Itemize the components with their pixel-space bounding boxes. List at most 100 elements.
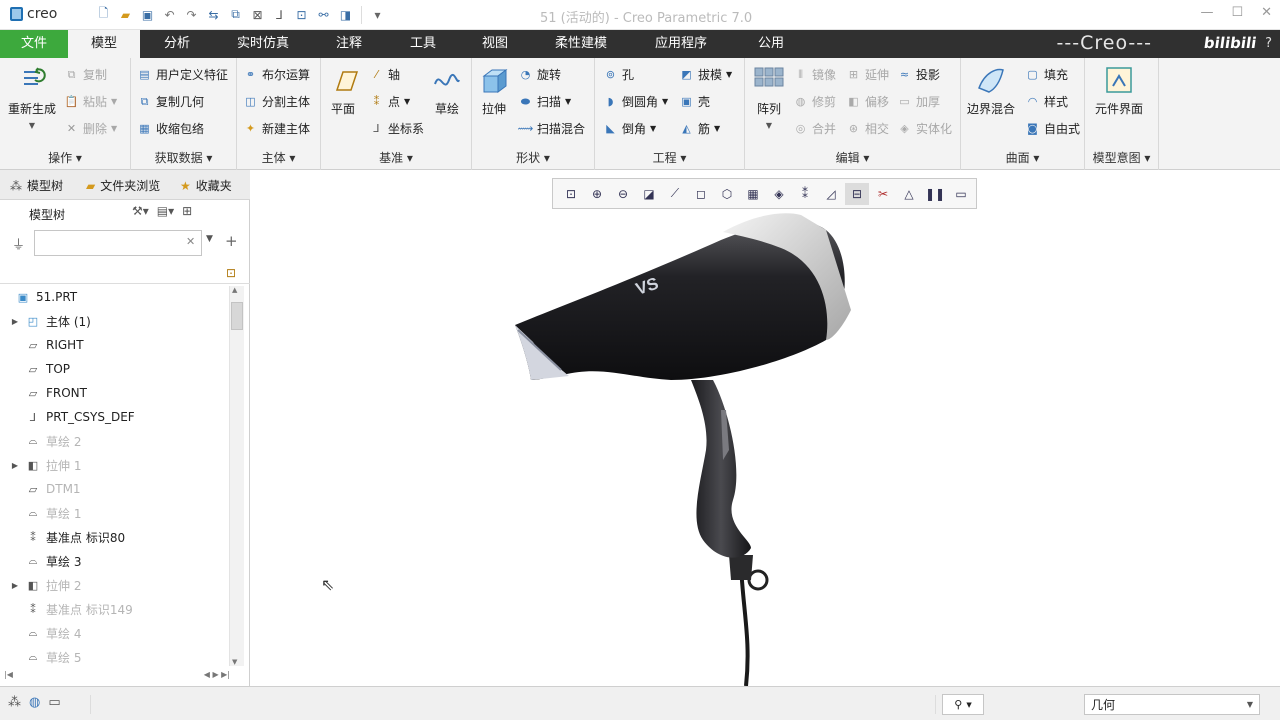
tree-columns-icon[interactable]: ▤▾ [157, 204, 174, 218]
tree-item[interactable]: ⁑ 基准点 标识80 [10, 526, 125, 548]
tab-annotate[interactable]: 注释 [322, 30, 376, 58]
scroll-thumb[interactable] [231, 302, 243, 330]
tree-item[interactable]: ▱ FRONT [10, 382, 87, 404]
sweep-button[interactable]: ⬬ 扫描 ▼ [518, 93, 571, 110]
maximize-icon[interactable]: ☐ [1231, 5, 1243, 20]
tab-flexible-modeling[interactable]: 柔性建模 [544, 30, 618, 58]
filter-icon[interactable]: ⏚ [12, 234, 25, 253]
tree-filter-icon[interactable]: ⊞ [182, 204, 192, 218]
appearance-display-icon[interactable]: △ [897, 183, 921, 205]
tree-display-icon[interactable]: ⊡ [226, 266, 236, 280]
engineering-group-label[interactable]: 工程 ▾ [595, 149, 744, 166]
delete-button[interactable]: ✕ 删除 ▼ [64, 120, 117, 137]
solidify-button[interactable]: ◈ 实体化 [897, 120, 952, 137]
regenerate-icon[interactable]: ⇆ [204, 5, 223, 24]
shapes-group-label[interactable]: 形状 ▾ [472, 149, 594, 166]
tab-file[interactable]: 文件 [0, 30, 68, 58]
zoom-out-icon[interactable]: ⊖ [611, 183, 635, 205]
tab-model-tree[interactable]: ⁂ 模型树 [10, 177, 63, 194]
tab-folder-browser[interactable]: ▰ 文件夹浏览 [86, 177, 160, 194]
clear-search-icon[interactable]: ✕ [186, 235, 195, 248]
regenerate-button[interactable]: 重新生成 ▼ [8, 66, 56, 130]
intersect-button[interactable]: ⊛ 相交 [846, 120, 889, 137]
scroll-down-icon[interactable]: ▼ [232, 658, 237, 666]
extend-button[interactable]: ⊞ 延伸 [846, 66, 889, 83]
tree-item[interactable]: ▣ 51.PRT [0, 286, 77, 308]
minimize-icon[interactable]: — [1200, 5, 1213, 20]
close-icon[interactable]: ✕ [1261, 5, 1272, 20]
open-folder-icon[interactable]: ▰ [116, 5, 135, 24]
tab-model[interactable]: 模型 [68, 30, 140, 58]
tree-item[interactable]: ▶ ◧ 拉伸 1 [10, 454, 82, 476]
appearance-icon[interactable]: ◨ [336, 5, 355, 24]
tab-tools[interactable]: 工具 [396, 30, 450, 58]
annotation-display-icon[interactable]: ◿ [819, 183, 843, 205]
copy-geometry-button[interactable]: ⧉ 复制几何 [137, 93, 204, 110]
chamfer-button[interactable]: ◣ 倒角 ▼ [603, 120, 656, 137]
pattern-dropdown-icon[interactable]: ▼ [766, 121, 772, 130]
sweep-blend-button[interactable]: ⟿ 扫描混合 [518, 120, 585, 137]
view-manager-icon[interactable]: ▦ [741, 183, 765, 205]
find-button[interactable]: ⚲ ▼ [942, 694, 984, 715]
tab-simulation[interactable]: 实时仿真 [226, 30, 300, 58]
model-intent-group-label[interactable]: 模型意图 ▾ [1085, 149, 1158, 166]
tree-vertical-scrollbar[interactable]: ▲ ▼ [229, 286, 244, 666]
extrude-button[interactable]: 拉伸 [478, 66, 510, 117]
tree-item[interactable]: ▱ TOP [10, 358, 70, 380]
scroll-up-icon[interactable]: ▲ [232, 286, 237, 294]
save-icon[interactable]: ▣ [138, 5, 157, 24]
operations-group-label[interactable]: 操作 ▾ [0, 149, 130, 166]
copy-button[interactable]: ⧉ 复制 [64, 66, 107, 83]
tree-search-input[interactable] [34, 230, 202, 256]
zoom-in-icon[interactable]: ⊕ [585, 183, 609, 205]
axis-button[interactable]: ⁄ 轴 [369, 66, 400, 83]
section-icon[interactable]: ◈ [767, 183, 791, 205]
revolve-button[interactable]: ◔ 旋转 [518, 66, 561, 83]
shrinkwrap-button[interactable]: ▦ 收缩包络 [137, 120, 204, 137]
customize-icon[interactable]: ▾ [368, 5, 387, 24]
show-navigator-icon[interactable]: ⁂ [8, 695, 21, 710]
round-button[interactable]: ◗ 倒圆角 ▼ [603, 93, 669, 110]
tree-item[interactable]: ⌓ 草绘 2 [10, 430, 82, 452]
project-button[interactable]: ≈ 投影 [897, 66, 940, 83]
expand-arrow-icon[interactable]: ▶ [10, 317, 20, 326]
tab-applications[interactable]: 应用程序 [644, 30, 718, 58]
display-style-icon[interactable]: ◻ [689, 183, 713, 205]
mirror-button[interactable]: ⫴ 镜像 [793, 66, 836, 83]
udf-button[interactable]: ▤ 用户定义特征 [137, 66, 228, 83]
rib-button[interactable]: ◭ 筋 ▼ [679, 120, 720, 137]
boundary-blend-button[interactable]: 边界混合 [967, 66, 1015, 117]
tree-item[interactable]: ▶ ◧ 拉伸 2 [10, 574, 82, 596]
draft-button[interactable]: ◩ 拔模 ▼ [679, 66, 732, 83]
tree-horizontal-scrollbar[interactable]: |◀ ◀ ▶ ▶| [4, 667, 230, 681]
point-button[interactable]: ⁑ 点 ▼ [369, 93, 410, 110]
new-body-button[interactable]: ✦ 新建主体 [243, 120, 310, 137]
paste-button[interactable]: 📋 粘贴 ▼ [64, 93, 118, 110]
tab-favorites[interactable]: ★ 收藏夹 [180, 177, 232, 194]
show-dimensions-icon[interactable]: ✂ [871, 183, 895, 205]
tab-view[interactable]: 视图 [468, 30, 522, 58]
tree-item[interactable]: ▱ RIGHT [10, 334, 84, 356]
tree-item[interactable]: ⌓ 草绘 4 [10, 622, 82, 644]
spin-center-icon[interactable]: ⊟ [845, 182, 869, 205]
shell-button[interactable]: ▣ 壳 [679, 93, 710, 110]
plane-button[interactable]: 平面 [327, 66, 359, 117]
pattern-button[interactable]: 阵列 ▼ [753, 66, 785, 130]
component-interface-button[interactable]: 元件界面 [1095, 66, 1143, 117]
scroll-right-end-icon[interactable]: ◀ ▶ ▶| [204, 670, 230, 679]
csys-button[interactable]: ⅃ 坐标系 [369, 120, 424, 137]
perspective-icon[interactable]: ⟋ [663, 183, 687, 205]
selection-filter-select[interactable]: 几何 ▼ [1084, 694, 1260, 715]
show-browser-icon[interactable]: ◍ [29, 695, 40, 710]
add-filter-icon[interactable]: + [225, 232, 238, 250]
csys-quick-icon[interactable]: ⅃ [270, 5, 289, 24]
tree-item[interactable]: ⅃ PRT_CSYS_DEF [10, 406, 135, 428]
tab-common[interactable]: 公用 [744, 30, 798, 58]
windows-icon[interactable]: ⧉ [226, 5, 245, 24]
thicken-button[interactable]: ▭ 加厚 [897, 93, 940, 110]
tree-item[interactable]: ⌓ 草绘 5 [10, 646, 82, 668]
freestyle-button[interactable]: ◙ 自由式 [1025, 120, 1080, 137]
expand-arrow-icon[interactable]: ▶ [10, 581, 20, 590]
help-icon[interactable]: ? [1265, 36, 1272, 51]
tab-analysis[interactable]: 分析 [150, 30, 204, 58]
